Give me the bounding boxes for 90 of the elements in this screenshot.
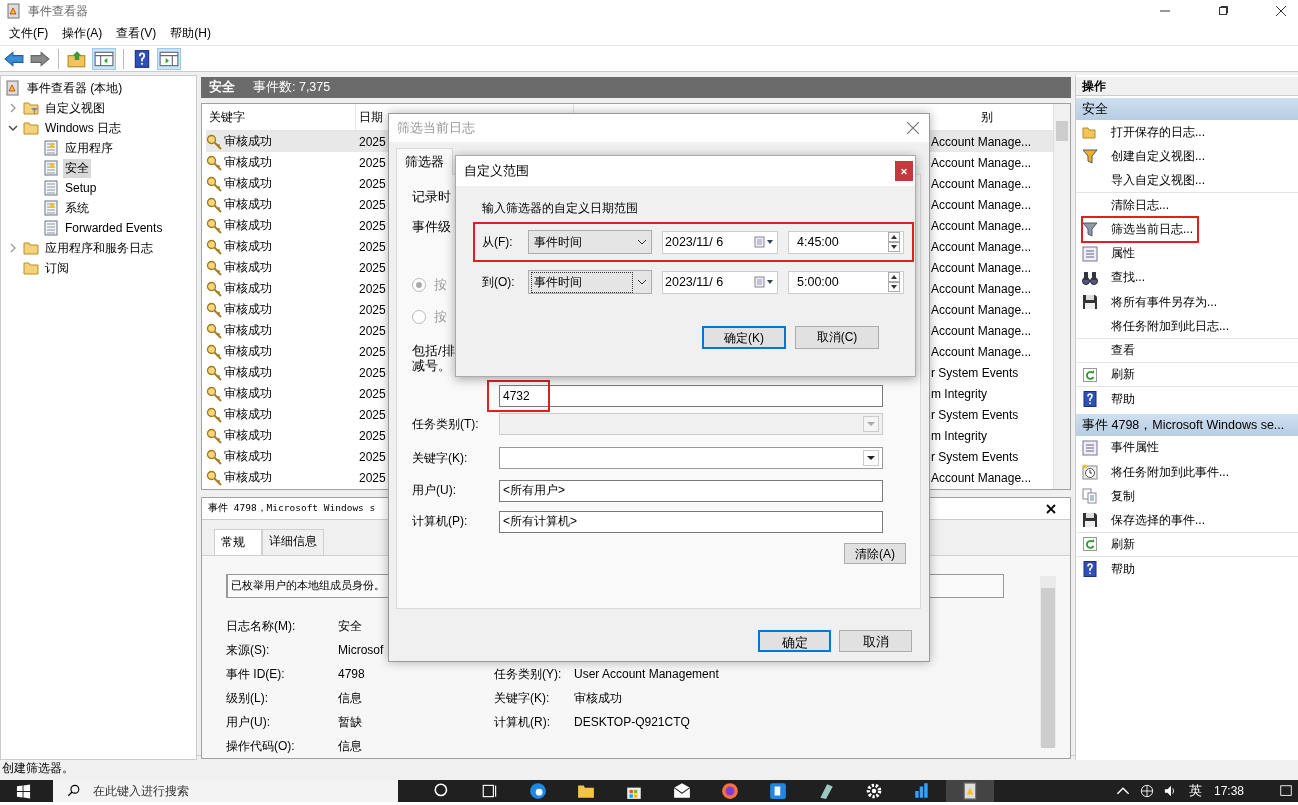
table-cell: 2025 [359,449,386,464]
field-label: 计算机(R): [494,713,551,731]
field-label: 关键字(K): [494,689,551,707]
field-label: 任务类别(Y): [494,665,563,683]
table-cell: 2025 [359,134,386,149]
table-cell: 审核成功 [224,238,272,255]
table-cell: 审核成功 [224,406,272,423]
description-text: 已枚举用户的本地组成员身份。 [231,579,385,593]
field-value: DESKTOP-Q921CTQ [574,715,690,729]
form-label: 计算机(P): [412,513,469,530]
field-value: Microsof [338,643,385,657]
table-cell: Account Manage... [931,218,1032,233]
table-cell: Account Manage... [931,302,1032,317]
dialog-title: 筛选当前日志 [397,119,475,137]
radio-label: 按 [434,308,447,326]
field-value: User Account Management [574,667,719,681]
table-cell: 2025 [359,428,386,443]
event-title: 事件 4798，Microsoft Windows s [208,502,376,515]
include-hint: 包括/排 减号。 [412,343,456,375]
form-label: 记录时 [412,189,451,204]
table-cell: 审核成功 [224,280,272,297]
field-value: 暂缺 [338,713,363,731]
actions-header: 操作 [1076,77,1298,96]
table-cell: 审核成功 [224,448,272,465]
table-cell: 审核成功 [224,154,272,171]
field-value: 安全 [338,617,363,635]
table-cell: Account Manage... [931,323,1032,338]
prompt-text: 输入筛选器的自定义日期范围 [482,200,639,217]
log-name: 安全 [209,79,235,96]
table-cell: 审核成功 [224,217,272,234]
table-cell: Account Manage... [931,344,1032,359]
table-cell: 2025 [359,197,386,212]
table-cell: Account Manage... [931,470,1032,485]
table-cell: 审核成功 [224,469,272,486]
table-cell: 2025 [359,470,386,485]
table-cell: 2025 [359,407,386,422]
dialog-title: 自定义范围 [464,162,529,180]
table-cell: 审核成功 [224,364,272,381]
field-label: 级别(L): [226,689,269,707]
table-cell: 2025 [359,260,386,275]
table-cell: 审核成功 [224,133,272,150]
table-cell: 审核成功 [224,196,272,213]
table-cell: r System Events [931,365,1019,380]
radio-label: 按 [434,276,447,294]
table-cell: r System Events [931,449,1019,464]
table-cell: Account Manage... [931,155,1032,170]
table-cell: m Integrity [931,386,987,401]
field-value: 审核成功 [574,689,622,707]
table-cell: 2025 [359,302,386,317]
table-cell: 2025 [359,176,386,191]
field-value: 信息 [338,737,363,755]
field-value: 信息 [338,689,363,707]
form-label: 任务类别(T): [412,415,480,433]
table-cell: r System Events [931,407,1019,422]
table-cell: 审核成功 [224,343,272,360]
form-label: 从(F): [482,233,514,251]
field-value: 4798 [338,667,366,681]
table-cell: m Integrity [931,428,987,443]
table-cell: 2025 [359,281,386,296]
table-cell: Account Manage... [931,176,1032,191]
table-cell: Account Manage... [931,281,1032,296]
table-cell: 审核成功 [224,259,272,276]
table-cell: Account Manage... [931,197,1032,212]
field-label: 用户(U): [226,713,271,731]
window-title: 事件查看器 [28,2,88,20]
field-label: 操作代码(O): [226,737,296,755]
field-label: 日志名称(M): [226,617,297,635]
table-cell: Account Manage... [931,239,1032,254]
table-cell: 2025 [359,365,386,380]
table-cell: 审核成功 [224,427,272,444]
table-cell: 2025 [359,218,386,233]
table-cell: 2025 [359,386,386,401]
event-count: 事件数: 7,375 [253,79,331,96]
table-cell: 审核成功 [224,175,272,192]
table-cell: Account Manage... [931,134,1032,149]
form-label: 到(O): [482,273,516,291]
form-label: 事件级 [412,219,451,234]
table-cell: 审核成功 [224,322,272,339]
field-label: 来源(S): [226,641,271,659]
table-cell: 2025 [359,323,386,338]
table-cell: 2025 [359,344,386,359]
table-cell: 2025 [359,155,386,170]
table-cell: Account Manage... [931,260,1032,275]
form-label: 关键字(K): [412,449,469,467]
form-label: 用户(U): [412,482,457,499]
table-cell: 审核成功 [224,301,272,318]
table-cell: 2025 [359,239,386,254]
field-label: 事件 ID(E): [226,665,286,683]
table-cell: 审核成功 [224,385,272,402]
status-text: 创建筛选器。 [2,759,74,777]
